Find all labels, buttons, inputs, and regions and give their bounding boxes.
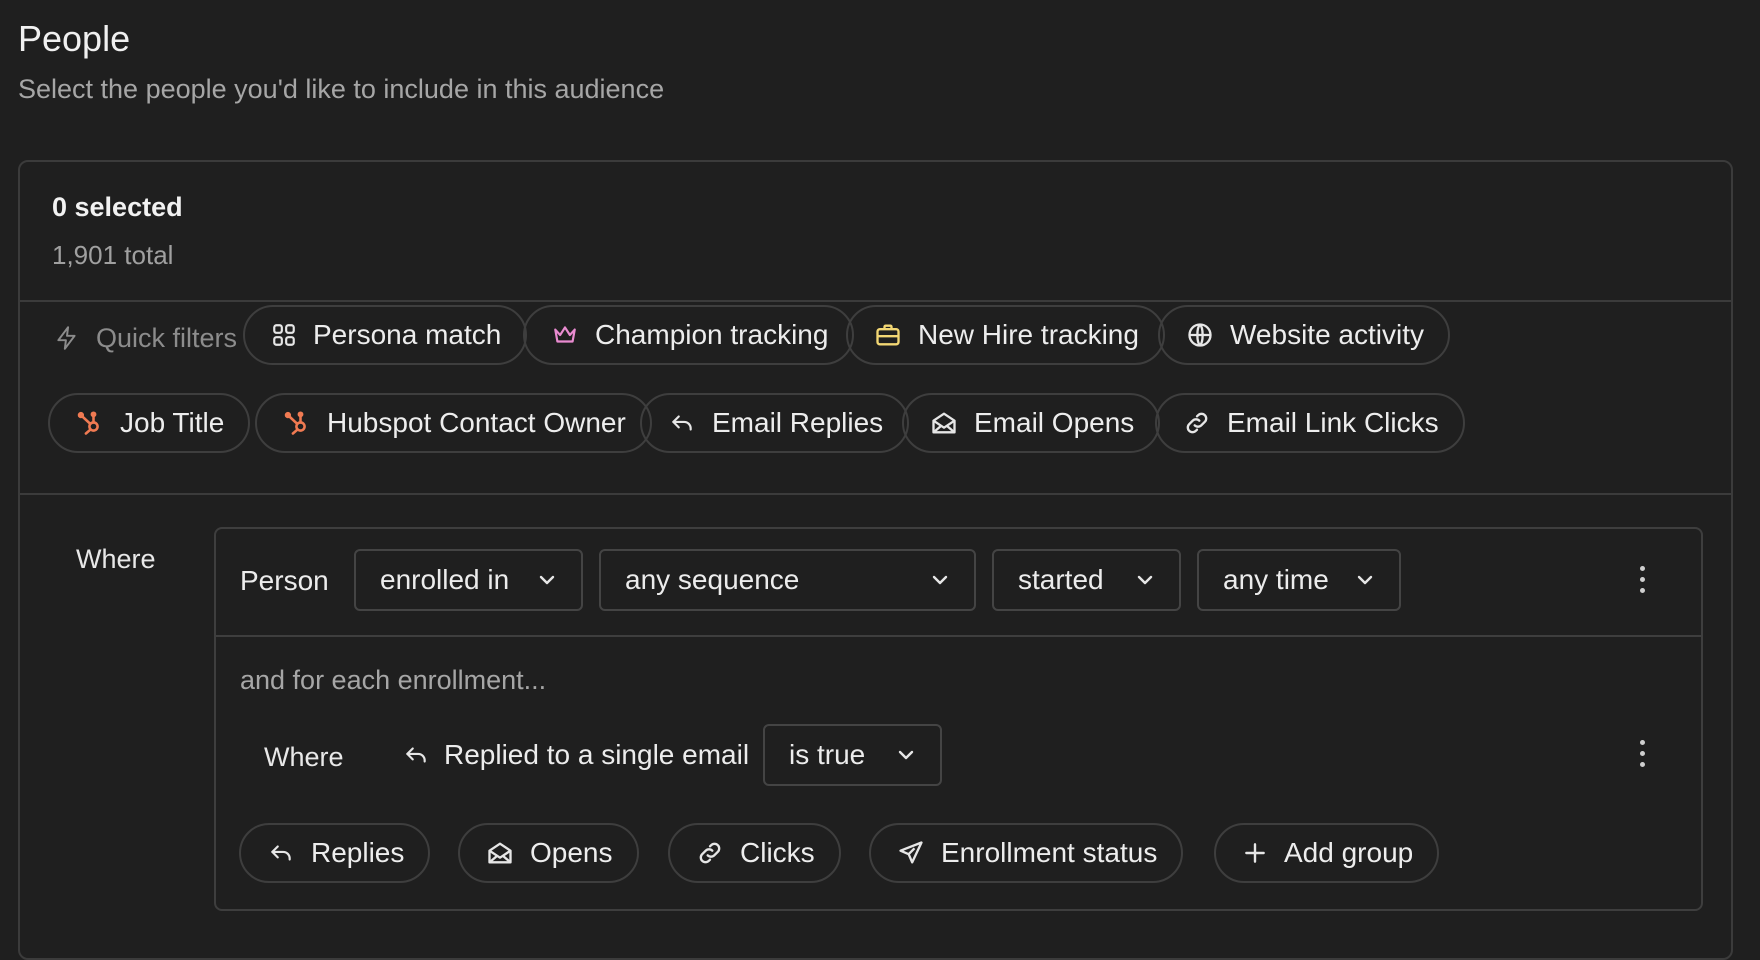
rule-header: Person enrolled in any sequence started … bbox=[216, 529, 1701, 637]
chip-job-title[interactable]: Job Title bbox=[48, 393, 251, 453]
chip-label: Email Link Clicks bbox=[1227, 407, 1439, 438]
more-options-icon[interactable] bbox=[1638, 566, 1646, 593]
chip-email-link-clicks[interactable]: Email Link Clicks bbox=[1155, 393, 1465, 453]
envelope-open-icon bbox=[932, 412, 956, 434]
chip-label: Champion tracking bbox=[595, 319, 829, 350]
page-title: People bbox=[18, 18, 131, 59]
reply-icon bbox=[672, 415, 692, 431]
chip-email-opens[interactable]: Email Opens bbox=[902, 393, 1161, 453]
reply-icon bbox=[406, 747, 426, 763]
hubspot-icon bbox=[77, 411, 99, 435]
for-each-enrollment-label: and for each enrollment... bbox=[240, 665, 547, 695]
divider bbox=[20, 300, 1731, 302]
add-replies-button[interactable]: Replies bbox=[239, 823, 431, 883]
chip-label: Website activity bbox=[1230, 319, 1424, 350]
condition-field: Replied to a single email bbox=[402, 735, 749, 775]
add-opens-button[interactable]: Opens bbox=[458, 823, 639, 883]
add-group-button[interactable]: Add group bbox=[1214, 823, 1440, 883]
audience-panel: 0 selected 1,901 total Quick filters Per… bbox=[18, 160, 1733, 960]
chip-persona-match[interactable]: Persona match bbox=[243, 305, 528, 365]
chip-label: Persona match bbox=[313, 319, 502, 350]
lightning-icon bbox=[57, 326, 76, 350]
grid-icon bbox=[273, 324, 295, 346]
condition-more-options-icon[interactable] bbox=[1638, 740, 1646, 767]
reply-icon bbox=[271, 845, 291, 861]
chip-champion-tracking[interactable]: Champion tracking bbox=[523, 305, 855, 365]
chip-label: Email Opens bbox=[974, 407, 1135, 438]
condition-value-dropdown[interactable]: is true bbox=[763, 724, 942, 786]
chevron-down-icon bbox=[898, 750, 914, 760]
link-icon bbox=[699, 842, 721, 864]
hubspot-icon bbox=[284, 411, 306, 435]
chip-label: Hubspot Contact Owner bbox=[327, 407, 626, 438]
add-clicks-button[interactable]: Clicks bbox=[668, 823, 841, 883]
plus-icon bbox=[1245, 843, 1265, 863]
chevron-down-icon bbox=[932, 575, 948, 585]
enrolled-in-dropdown[interactable]: enrolled in bbox=[354, 549, 583, 611]
chip-label: Job Title bbox=[120, 407, 225, 438]
time-dropdown[interactable]: any time bbox=[1197, 549, 1401, 611]
divider bbox=[20, 493, 1731, 495]
selected-count: 0 selected bbox=[52, 192, 183, 222]
chevron-down-icon bbox=[539, 575, 555, 585]
crown-icon bbox=[554, 326, 576, 343]
sequence-dropdown[interactable]: any sequence bbox=[599, 549, 976, 611]
briefcase-icon bbox=[876, 324, 900, 346]
sub-where-label: Where bbox=[264, 742, 344, 772]
where-label: Where bbox=[76, 544, 156, 574]
envelope-open-icon bbox=[488, 842, 512, 864]
add-enrollment-status-button[interactable]: Enrollment status bbox=[869, 823, 1184, 883]
chevron-down-icon bbox=[1137, 575, 1153, 585]
chip-email-replies[interactable]: Email Replies bbox=[640, 393, 910, 453]
chip-new-hire-tracking[interactable]: New Hire tracking bbox=[846, 305, 1165, 365]
quick-filters-label: Quick filters bbox=[54, 317, 237, 359]
chip-hubspot-contact-owner[interactable]: Hubspot Contact Owner bbox=[255, 393, 652, 453]
link-icon bbox=[1186, 412, 1208, 434]
chip-label: Email Replies bbox=[712, 407, 884, 438]
subject-label: Person bbox=[240, 565, 329, 596]
chip-label: New Hire tracking bbox=[918, 319, 1139, 350]
status-dropdown[interactable]: started bbox=[992, 549, 1181, 611]
chevron-down-icon bbox=[1357, 575, 1373, 585]
chip-website-activity[interactable]: Website activity bbox=[1158, 305, 1450, 365]
send-icon bbox=[899, 841, 923, 864]
page-subtitle: Select the people you'd like to include … bbox=[18, 74, 665, 104]
globe-icon bbox=[1188, 323, 1212, 347]
total-count: 1,901 total bbox=[52, 240, 174, 270]
rule-group: Person enrolled in any sequence started … bbox=[214, 527, 1703, 911]
